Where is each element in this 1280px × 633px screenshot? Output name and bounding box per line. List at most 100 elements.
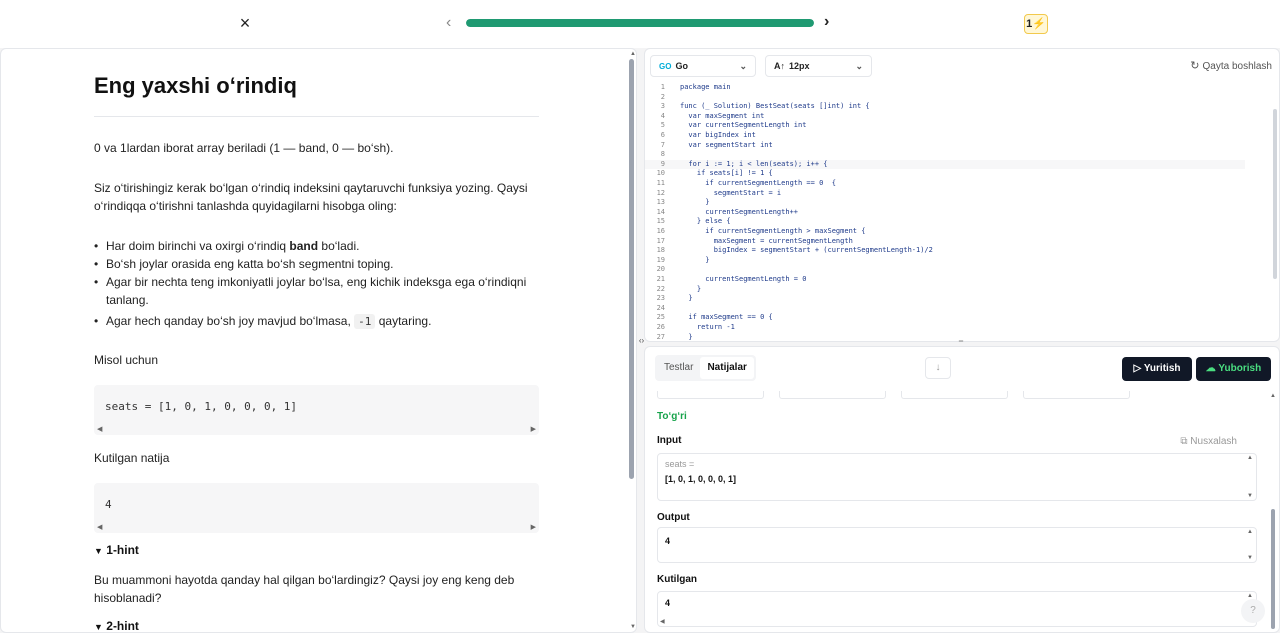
cloud-upload-icon: ☁ xyxy=(1205,363,1216,374)
line-number: 25 xyxy=(656,313,665,322)
line-number: 6 xyxy=(660,131,665,139)
scrollbar-thumb[interactable] xyxy=(629,59,634,479)
arrow-down-icon[interactable]: ↓ xyxy=(925,357,951,379)
scroll-left-icon[interactable]: ◀ xyxy=(660,618,665,625)
line-number: 18 xyxy=(656,246,665,255)
scrollbar-thumb[interactable] xyxy=(1271,509,1275,629)
triangle-down-icon: ▼ xyxy=(94,546,103,556)
code-line: 12 segmentStart = i xyxy=(645,188,782,199)
language-select[interactable]: GO Go ⌄ xyxy=(650,55,756,77)
copy-button[interactable]: ⧉ Nusxalash xyxy=(1180,436,1237,447)
list-item: Bo‘sh joylar orasida eng katta bo‘sh seg… xyxy=(94,255,539,273)
list-item: Har doim birinchi va oxirgi o‘rindiq ban… xyxy=(94,237,539,255)
output-box[interactable]: 4 ▲ ▼ xyxy=(657,527,1257,563)
hint-2-label: 2-hint xyxy=(106,619,139,633)
chevron-down-icon: ⌄ xyxy=(739,61,747,71)
hint-1-label: 1-hint xyxy=(106,543,139,557)
submit-button[interactable]: ☁ Yuborish xyxy=(1196,357,1271,381)
rule-text: Har doim birinchi va oxirgi o‘rindiq xyxy=(106,239,290,253)
line-number: 7 xyxy=(660,140,665,149)
expected-code-block[interactable]: 4 ◀ ▶ xyxy=(94,483,539,533)
scroll-right-icon[interactable]: ▶ xyxy=(531,523,536,531)
scrollbar-thumb[interactable] xyxy=(1273,109,1277,279)
code-text: for i := 1; i < len(seats); i++ { xyxy=(680,159,828,168)
chevron-right-icon[interactable]: › xyxy=(824,13,829,31)
close-icon[interactable]: × xyxy=(236,14,254,32)
scroll-left-icon[interactable]: ◀ xyxy=(97,523,102,531)
problem-title: Eng yaxshi o‘rindiq xyxy=(94,73,539,117)
code-area[interactable]: 1 package main 2 3 func (_ Solution) BestSea… xyxy=(645,83,1275,341)
code-line: 19 } xyxy=(645,256,710,266)
scroll-up-icon[interactable]: ▲ xyxy=(1270,393,1276,399)
input-variable: seats = xyxy=(665,459,695,469)
play-icon: ▷ xyxy=(1133,363,1142,374)
test-case-tab[interactable] xyxy=(657,391,764,399)
test-case-tab[interactable] xyxy=(1023,391,1130,399)
code-text: } xyxy=(680,255,710,264)
scroll-left-icon[interactable]: ◀ xyxy=(97,425,102,433)
tab-tests[interactable]: Testlar xyxy=(657,357,700,379)
code-text: var currentSegmentLength int xyxy=(680,121,807,130)
code-text: var bigIndex int xyxy=(680,131,756,139)
streak-badge[interactable]: 1⚡ xyxy=(1024,14,1048,34)
expected-box[interactable]: 4 ▲ ◀ xyxy=(657,591,1257,627)
code-text: currentSegmentLength = 0 xyxy=(680,275,807,283)
code-line: 17 maxSegment = currentSegmentLength xyxy=(645,236,853,247)
go-icon: GO xyxy=(659,62,672,71)
output-label: Output xyxy=(657,512,690,523)
rule-bold: band xyxy=(289,239,319,253)
line-number: 17 xyxy=(656,236,665,245)
code-text: if seats[i] != 1 { xyxy=(680,169,773,178)
scroll-right-icon[interactable]: ▶ xyxy=(531,425,536,433)
font-size-select[interactable]: A↑ 12px ⌄ xyxy=(765,55,872,77)
restart-button[interactable]: ↻ Qayta boshlash xyxy=(1190,59,1272,72)
line-number: 10 xyxy=(656,169,665,178)
example-code-block[interactable]: seats = [1, 0, 1, 0, 0, 0, 1] ◀ ▶ xyxy=(94,385,539,435)
hint-1-toggle[interactable]: ▼ 1-hint xyxy=(94,543,539,557)
line-number: 27 xyxy=(656,332,665,341)
scroll-up-icon[interactable]: ▲ xyxy=(1247,529,1253,535)
progress-fill xyxy=(466,19,814,27)
tab-results[interactable]: Natijalar xyxy=(700,357,754,379)
results-tabs: Testlar Natijalar xyxy=(655,355,756,381)
test-case-tab[interactable] xyxy=(779,391,886,399)
scroll-down-icon[interactable]: ▼ xyxy=(630,624,636,630)
code-text: } xyxy=(680,294,693,303)
example-code: seats = [1, 0, 1, 0, 0, 0, 1] xyxy=(105,400,298,413)
submit-label: Yuborish xyxy=(1218,363,1262,374)
code-line: 2 xyxy=(645,93,665,103)
rule-text: bo‘ladi. xyxy=(318,239,360,253)
problem-instructions: Siz o‘tirishingiz kerak bo‘lgan o‘rindiq… xyxy=(94,181,528,213)
scroll-down-icon[interactable]: ▼ xyxy=(1247,555,1253,561)
code-line: 4 var maxSegment int xyxy=(645,112,765,122)
run-button[interactable]: ▷ Yuritish xyxy=(1122,357,1192,381)
vertical-resize-handle[interactable]: ═ xyxy=(957,339,965,345)
code-editor-panel: GO Go ⌄ A↑ 12px ⌄ ↻ Qayta boshlash 1 package… xyxy=(644,48,1280,342)
scroll-up-icon[interactable]: ▲ xyxy=(1247,455,1253,461)
rules-list: Har doim birinchi va oxirgi o‘rindiq ban… xyxy=(94,237,539,331)
restart-icon: ↻ xyxy=(1190,60,1200,72)
test-case-tab[interactable] xyxy=(901,391,1008,399)
line-number: 12 xyxy=(656,188,665,197)
line-number: 21 xyxy=(656,275,665,283)
code-text: func (_ Solution) BestSeat(seats []int) … xyxy=(680,102,870,111)
scroll-up-icon[interactable]: ▲ xyxy=(630,51,636,57)
inline-code: -1 xyxy=(354,314,376,329)
progress-bar xyxy=(466,19,814,27)
help-icon[interactable]: ? xyxy=(1241,599,1265,623)
status-badge: To‘g‘ri xyxy=(657,411,687,422)
font-size-value: 12px xyxy=(789,61,810,71)
code-line: 6 var bigIndex int xyxy=(645,131,756,141)
code-line: 3 func (_ Solution) BestSeat(seats []int)… xyxy=(645,102,870,112)
input-box[interactable]: seats = [1, 0, 1, 0, 0, 0, 1] ▲ ▼ xyxy=(657,453,1257,501)
code-line: 14 currentSegmentLength++ xyxy=(645,208,798,218)
code-line: 7 var segmentStart int xyxy=(645,140,773,151)
hint-1-body: Bu muammoni hayotda qanday hal qilgan bo… xyxy=(94,573,515,605)
output-value: 4 xyxy=(665,536,671,546)
example-label: Misol uchun xyxy=(94,353,159,367)
line-number: 2 xyxy=(660,92,665,101)
chevron-left-icon[interactable]: ‹ xyxy=(446,14,451,32)
scroll-down-icon[interactable]: ▼ xyxy=(1247,493,1253,499)
code-line: 20 xyxy=(645,265,665,275)
hint-2-toggle[interactable]: ▼ 2-hint xyxy=(94,619,539,633)
